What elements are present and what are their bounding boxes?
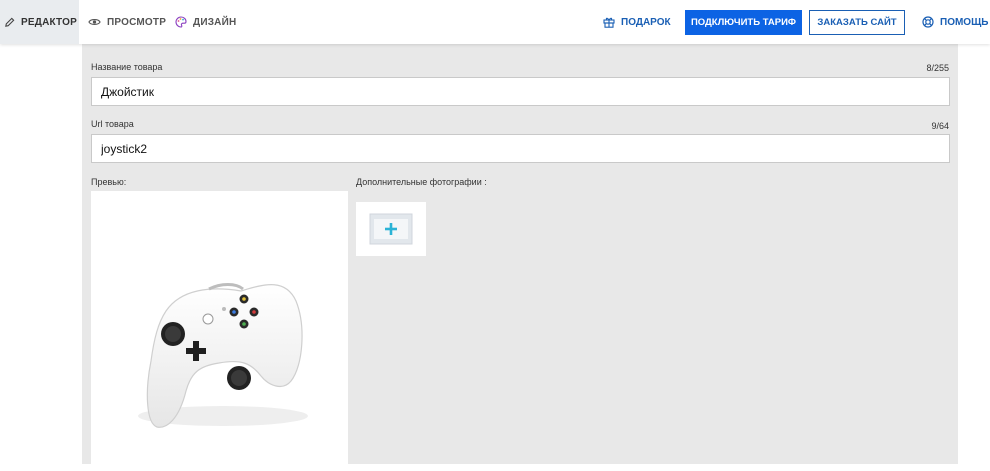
tab-editor-label: РЕДАКТОР (21, 16, 77, 28)
tab-design-label: ДИЗАЙН (193, 16, 237, 28)
product-url-input[interactable] (91, 134, 950, 163)
add-image-icon (369, 213, 413, 245)
tab-preview-label: ПРОСМОТР (107, 16, 167, 28)
product-url-counter: 9/64 (931, 121, 949, 131)
tab-editor[interactable]: РЕДАКТОР (0, 0, 79, 44)
top-toolbar: РЕДАКТОР ПРОСМОТР ДИЗАЙН ПОДАРОК ПОДКЛЮЧ… (0, 0, 990, 44)
add-photo-button[interactable] (356, 202, 426, 256)
product-name-label: Название товара (91, 62, 163, 72)
gift-link[interactable]: ПОДАРОК (603, 0, 671, 44)
gift-label: ПОДАРОК (621, 16, 671, 28)
connect-tariff-button[interactable]: ПОДКЛЮЧИТЬ ТАРИФ (685, 10, 802, 35)
palette-icon (175, 16, 187, 28)
tab-preview[interactable]: ПРОСМОТР (88, 0, 166, 44)
preview-image-box[interactable] (91, 191, 348, 466)
product-name-input[interactable] (91, 77, 950, 106)
order-site-button[interactable]: ЗАКАЗАТЬ САЙТ (809, 10, 905, 35)
gift-icon (603, 16, 615, 28)
help-link[interactable]: ПОМОЩЬ (922, 0, 988, 44)
tab-design[interactable]: ДИЗАЙН (175, 0, 236, 44)
eye-icon (88, 17, 101, 27)
pencil-icon (4, 17, 15, 28)
product-name-counter: 8/255 (926, 63, 949, 73)
gamepad-image (138, 283, 308, 428)
product-edit-panel: Название товара 8/255 Url товара 9/64 Пр… (82, 44, 958, 466)
product-url-label: Url товара (91, 119, 134, 129)
extra-photos-label: Дополнительные фотографии : (356, 177, 487, 187)
lifebuoy-icon (922, 16, 934, 28)
preview-label: Превью: (91, 177, 127, 187)
help-label: ПОМОЩЬ (940, 16, 989, 28)
